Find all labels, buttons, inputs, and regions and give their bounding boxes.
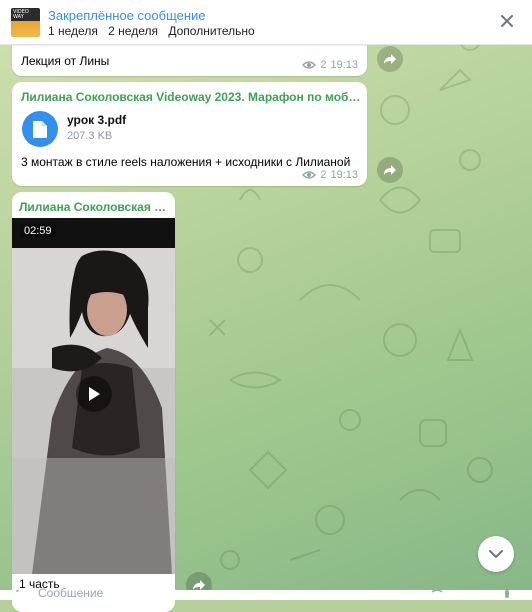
pinned-tag-extra[interactable]: Дополнительно <box>168 24 254 38</box>
views-eye-icon <box>302 171 317 179</box>
close-icon[interactable] <box>498 12 516 30</box>
attach-icon[interactable] <box>14 590 28 600</box>
views-count: 2 <box>320 169 327 181</box>
views-eye-icon <box>302 61 317 69</box>
forward-arrow-icon <box>384 165 396 175</box>
pinned-title: Закреплённое сообщение <box>48 8 206 23</box>
chevron-down-icon <box>489 550 503 558</box>
message-time: 19:13 <box>330 169 358 181</box>
video-player[interactable]: 02:59 <box>12 218 175 574</box>
pinned-tag-week2[interactable]: 2 неделя <box>108 24 158 38</box>
message-bubble[interactable]: Лилиана Соколовская Videoway 2023. Мараф… <box>12 82 367 186</box>
pinned-thumbnail: VIDEO WAY <box>11 8 40 37</box>
scroll-to-bottom-button[interactable] <box>478 536 514 572</box>
composer-input[interactable]: Сообщение <box>38 587 103 597</box>
document-icon <box>33 121 47 138</box>
pinned-tags: 1 неделя 2 неделя Дополнительно <box>48 24 262 38</box>
file-size: 207.3 KB <box>67 130 113 142</box>
message-composer[interactable]: Сообщение <box>0 587 532 600</box>
sender-name[interactable]: Лилиана Соколовская Videoway 2023. Мараф… <box>21 90 363 104</box>
message-meta: 2 19:13 <box>302 169 358 181</box>
emoji-icon[interactable] <box>430 590 444 600</box>
play-button[interactable] <box>76 376 112 412</box>
forward-button[interactable] <box>377 46 403 72</box>
pinned-message-bar[interactable]: VIDEO WAY Закреплённое сообщение 1 недел… <box>0 0 532 45</box>
message-meta: 2 19:13 <box>302 59 358 71</box>
forward-button[interactable] <box>377 157 403 183</box>
forward-arrow-icon <box>384 54 396 64</box>
file-name[interactable]: урок 3.pdf <box>67 113 126 127</box>
message-time: 19:13 <box>330 59 358 71</box>
pinned-tag-week1[interactable]: 1 неделя <box>48 24 98 38</box>
message-caption: Лекция от Лины <box>21 54 110 68</box>
views-count: 2 <box>320 59 327 71</box>
microphone-icon[interactable] <box>500 590 514 600</box>
play-icon <box>89 387 100 401</box>
message-caption: 3 монтаж в стиле reels наложения + исход… <box>21 155 351 169</box>
sender-name[interactable]: Лилиана Соколовская Vi... <box>19 200 169 214</box>
video-duration: 02:59 <box>20 224 56 238</box>
file-download-button[interactable] <box>22 111 58 147</box>
